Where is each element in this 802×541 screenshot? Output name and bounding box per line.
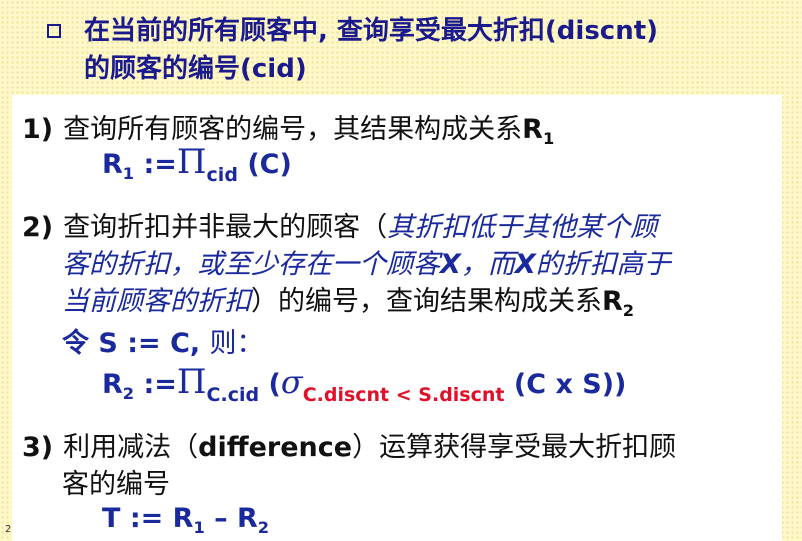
title-line-1: 在当前的所有顾客中, 查询享受最大折扣(discnt) — [84, 16, 659, 46]
selection-condition: C.discnt < S.discnt — [302, 384, 505, 406]
step2-let: 令 S := C, 则： — [62, 328, 264, 359]
step3-number: 3) — [22, 432, 54, 463]
selection-symbol: σ — [280, 363, 303, 401]
step2-relation: R2 — [602, 286, 635, 320]
step1-relation: R1 — [522, 114, 555, 148]
title-line-2: 的顾客的编号(cid) — [84, 54, 307, 84]
slide-title: 在当前的所有顾客中, 查询享受最大折扣(discnt) 的顾客的编号(cid) — [84, 12, 774, 88]
projection-symbol: Π — [176, 142, 207, 182]
step2-line-2: 客的折扣，或至少存在一个顾客X，而X的折扣高于 — [62, 249, 671, 280]
step3-formula: T := R1 – R2 — [102, 503, 270, 537]
step2-number: 2) — [22, 212, 54, 243]
slide-header: 在当前的所有顾客中, 查询享受最大折扣(discnt) 的顾客的编号(cid) — [0, 0, 802, 95]
step3-line-2: 客的编号 — [62, 469, 170, 500]
step2-line-1: 2) 查询折扣并非最大的顾客（其折扣低于其他某个顾 — [22, 212, 658, 243]
step2-line-3: 当前顾客的折扣）的编号，查询结果构成关系R2 — [62, 286, 635, 320]
step2-formula: R2 :=ΠC.cid (σC.discnt < S.discnt (C x S… — [102, 362, 627, 406]
step1-number: 1) — [22, 114, 54, 145]
projection-symbol: Π — [176, 362, 207, 402]
step3-line-1: 3) 利用减法（difference）运算获得享受最大折扣顾 — [22, 432, 677, 463]
step1-formula: R1 :=Πcid (C) — [102, 142, 292, 186]
page-number: 2 — [5, 524, 12, 535]
square-bullet-icon — [47, 24, 61, 38]
step1-text: 查询所有顾客的编号，其结果构成关系 — [63, 114, 523, 145]
